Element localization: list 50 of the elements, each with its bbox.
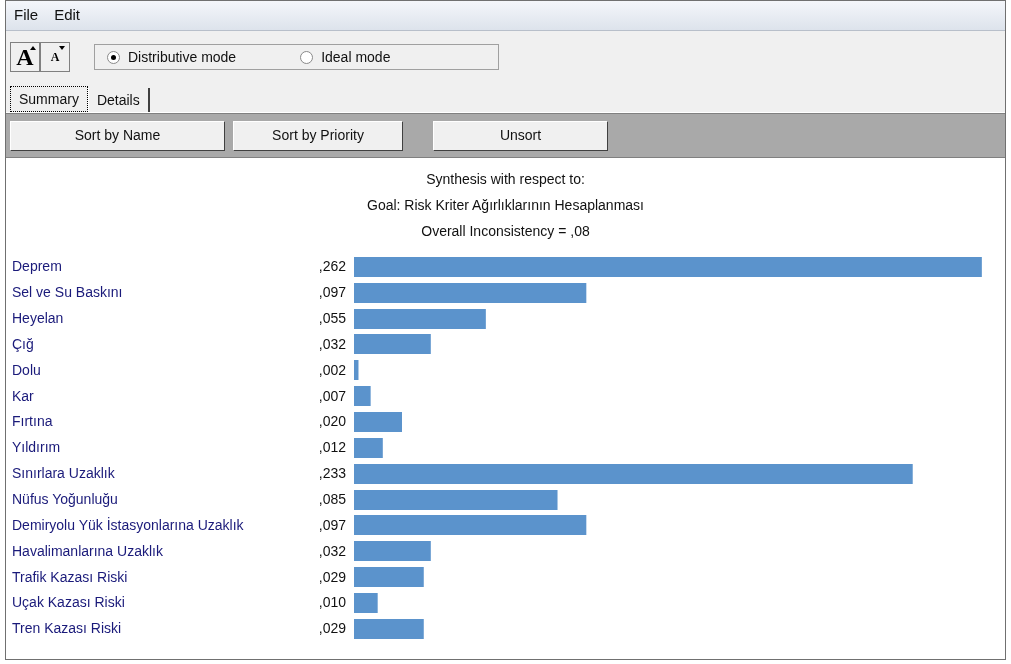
radio-button[interactable]	[107, 50, 120, 64]
tab[interactable]: Summary	[10, 86, 88, 112]
priority-value: ,007	[317, 386, 346, 406]
priority-value: ,055	[317, 309, 346, 329]
radio-label: Distributive mode	[128, 47, 237, 67]
criterion-label: Nüfus Yoğunluğu	[11, 490, 119, 509]
criterion-label: Tren Kazası Riski	[11, 619, 123, 639]
priority-value: ,020	[317, 412, 346, 432]
criterion-label: Heyelan	[11, 309, 65, 329]
criterion-label: Deprem	[11, 257, 63, 277]
menu-item[interactable]: Edit	[54, 4, 81, 27]
priority-value: ,002	[317, 360, 346, 380]
priority-value: ,097	[317, 283, 346, 303]
decrease-font-button[interactable]: A	[40, 42, 70, 72]
priority-value: ,012	[317, 438, 346, 458]
priority-value: ,085	[317, 490, 346, 509]
priority-value: ,097	[317, 515, 346, 535]
priority-value: ,233	[317, 464, 346, 484]
criterion-label: Havalimanlarına Uzaklık	[11, 541, 164, 561]
criterion-label: Dolu	[11, 360, 42, 380]
criterion-label: Çığ	[11, 334, 35, 354]
priority-value: ,262	[317, 257, 346, 277]
priority-value: ,010	[317, 593, 346, 613]
radio-option[interactable]: Distributive mode	[107, 46, 237, 68]
criterion-label: Fırtına	[11, 412, 54, 432]
priority-value: ,032	[317, 334, 346, 354]
sort-button[interactable]: Sort by Priority	[233, 120, 403, 151]
down-arrow-icon	[59, 46, 65, 50]
radio-label: Ideal mode	[321, 47, 391, 67]
criterion-label: Demiryolu Yük İstasyonlarına Uzaklık	[11, 515, 245, 535]
priority-value: ,029	[317, 619, 346, 639]
criterion-label: Trafik Kazası Riski	[11, 567, 129, 587]
priority-value: ,029	[317, 567, 346, 587]
sort-button[interactable]: Unsort	[433, 120, 608, 151]
priority-value: ,032	[317, 541, 346, 561]
goal-title: Goal: Risk Kriter Ağırlıklarının Hesaplanması	[367, 196, 644, 215]
increase-font-button[interactable]: A	[10, 42, 40, 72]
sort-button[interactable]: Sort by Name	[10, 120, 225, 151]
criterion-label: Kar	[11, 386, 35, 406]
radio-option[interactable]: Ideal mode	[300, 46, 391, 68]
radio-button[interactable]	[300, 50, 314, 64]
tab[interactable]: Details	[87, 88, 150, 112]
menu-item[interactable]: File	[14, 4, 39, 27]
criterion-label: Sınırlara Uzaklık	[11, 464, 116, 484]
inconsistency-value: Overall Inconsistency = ,08	[421, 222, 590, 241]
criterion-label: Sel ve Su Baskını	[11, 283, 124, 303]
criterion-label: Uçak Kazası Riski	[11, 593, 126, 613]
up-arrow-icon	[30, 46, 36, 50]
synthesis-heading: Synthesis with respect to:	[426, 170, 585, 189]
criterion-label: Yıldırım	[11, 438, 62, 458]
